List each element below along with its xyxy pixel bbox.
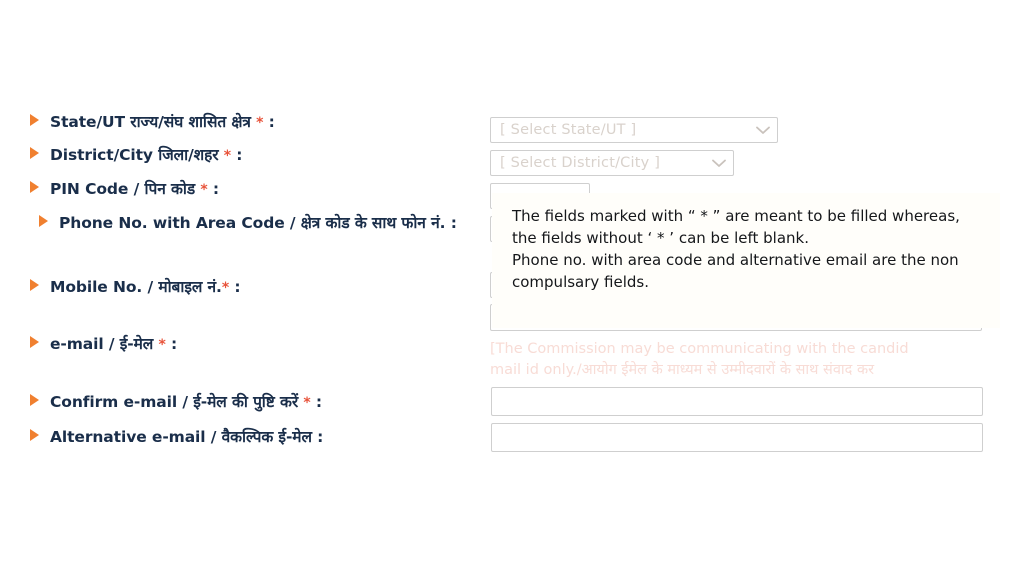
select-state-ut-value: [ Select State/UT ] xyxy=(500,122,637,138)
required-asterisk: * xyxy=(256,115,264,131)
label-colon: : xyxy=(171,335,178,353)
input-confirm-email[interactable] xyxy=(491,387,983,416)
label-colon: : xyxy=(315,393,323,411)
required-asterisk: * xyxy=(221,280,230,296)
label-colon: : xyxy=(212,180,219,198)
label-state-ut-text: State/UT राज्य/संघ शासित क्षेत्र xyxy=(50,113,251,131)
tooltip-line-2: the fields without ‘ * ’ can be left bla… xyxy=(512,229,809,248)
select-state-ut[interactable]: [ Select State/UT ] xyxy=(490,117,778,143)
label-alternative-email-text: Alternative e-mail / वैकल्पिक ई-मेल xyxy=(50,428,312,446)
label-alternative-email: Alternative e-mail / वैकल्पिक ई-मेल : xyxy=(30,427,323,448)
label-colon: : xyxy=(268,113,275,131)
input-alternative-email[interactable] xyxy=(491,423,983,452)
label-district-city-text: District/City जिला/शहर xyxy=(50,146,219,164)
label-pin-code: PIN Code / पिन कोड * : xyxy=(30,179,219,200)
label-mobile-no: Mobile No. / मोबाइल नं.* : xyxy=(30,277,241,298)
chevron-down-icon xyxy=(756,126,770,135)
required-fields-tooltip: The fields marked with “ * ” are meant t… xyxy=(492,193,1000,328)
required-asterisk: * xyxy=(303,395,311,411)
triangle-right-bullet-icon xyxy=(30,147,39,159)
registration-form-screen: State/UT राज्य/संघ शासित क्षेत्र * : Dis… xyxy=(0,0,1024,576)
label-colon: : xyxy=(234,278,241,296)
label-phone-no-text: Phone No. with Area Code / क्षेत्र कोड क… xyxy=(59,214,446,232)
triangle-right-bullet-icon xyxy=(39,215,48,227)
label-colon: : xyxy=(317,428,324,446)
label-email-text: e-mail / ई-मेल xyxy=(50,335,154,353)
tooltip-line-3: Phone no. with area code and alternative… xyxy=(512,251,959,292)
label-pin-code-text: PIN Code / पिन कोड xyxy=(50,180,196,198)
tooltip-line-1: The fields marked with “ * ” are meant t… xyxy=(512,207,960,225)
label-confirm-email-text: Confirm e-mail / ई-मेल की पुष्टि करें xyxy=(50,393,299,411)
required-asterisk: * xyxy=(158,337,166,353)
triangle-right-bullet-icon xyxy=(30,181,39,193)
label-colon: : xyxy=(236,146,243,164)
email-note-line-1: [The Commission may be communicating wit… xyxy=(490,341,909,357)
label-confirm-email: Confirm e-mail / ई-मेल की पुष्टि करें * … xyxy=(30,392,322,413)
label-phone-no: Phone No. with Area Code / क्षेत्र कोड क… xyxy=(30,213,470,234)
triangle-right-bullet-icon xyxy=(30,279,39,291)
select-district-city[interactable]: [ Select District/City ] xyxy=(490,150,734,176)
label-mobile-no-text: Mobile No. / मोबाइल नं. xyxy=(50,278,222,296)
triangle-right-bullet-icon xyxy=(30,114,39,126)
chevron-down-icon xyxy=(712,159,726,168)
triangle-right-bullet-icon xyxy=(30,429,39,441)
label-email: e-mail / ई-मेल * : xyxy=(30,334,177,355)
label-district-city: District/City जिला/शहर * : xyxy=(30,145,242,166)
required-asterisk: * xyxy=(200,182,208,198)
required-asterisk: * xyxy=(223,148,231,164)
email-note-line-2: mail id only./आयोग ईमेल के माध्यम से उम्… xyxy=(490,361,875,378)
triangle-right-bullet-icon xyxy=(30,336,39,348)
triangle-right-bullet-icon xyxy=(30,394,39,406)
email-communication-note: [The Commission may be communicating wit… xyxy=(490,339,1024,380)
label-state-ut: State/UT राज्य/संघ शासित क्षेत्र * : xyxy=(30,112,275,133)
select-district-city-value: [ Select District/City ] xyxy=(500,155,661,171)
label-colon: : xyxy=(450,214,457,232)
